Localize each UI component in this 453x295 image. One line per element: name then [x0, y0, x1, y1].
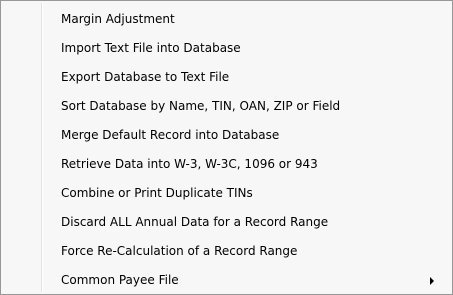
menu-item-merge-default-record[interactable]: Merge Default Record into Database	[3, 121, 450, 150]
context-menu: Margin Adjustment Import Text File into …	[0, 0, 453, 295]
menu-item-label: Export Database to Text File	[61, 70, 230, 84]
chevron-right-icon	[430, 277, 434, 285]
menu-item-export-database[interactable]: Export Database to Text File	[3, 63, 450, 92]
menu-item-label: Retrieve Data into W-3, W-3C, 1096 or 94…	[61, 157, 318, 171]
menu-item-label: Merge Default Record into Database	[61, 128, 280, 142]
menu-item-retrieve-data[interactable]: Retrieve Data into W-3, W-3C, 1096 or 94…	[3, 150, 450, 179]
menu-item-discard-annual-data[interactable]: Discard ALL Annual Data for a Record Ran…	[3, 208, 450, 237]
menu-item-import-text-file[interactable]: Import Text File into Database	[3, 34, 450, 63]
menu-item-force-recalculation[interactable]: Force Re-Calculation of a Record Range	[3, 237, 450, 266]
menu-item-label: Sort Database by Name, TIN, OAN, ZIP or …	[61, 99, 341, 113]
menu-item-sort-database[interactable]: Sort Database by Name, TIN, OAN, ZIP or …	[3, 92, 450, 121]
menu-item-margin-adjustment[interactable]: Margin Adjustment	[3, 5, 450, 34]
menu-item-label: Combine or Print Duplicate TINs	[61, 186, 253, 200]
menu-item-common-payee-file[interactable]: Common Payee File	[3, 266, 450, 295]
menu-item-combine-duplicate-tins[interactable]: Combine or Print Duplicate TINs	[3, 179, 450, 208]
menu-item-label: Discard ALL Annual Data for a Record Ran…	[61, 215, 329, 229]
menu-item-label: Common Payee File	[61, 273, 179, 287]
menu-item-label: Import Text File into Database	[61, 41, 241, 55]
menu-item-label: Margin Adjustment	[61, 12, 175, 26]
menu-item-label: Force Re-Calculation of a Record Range	[61, 244, 298, 258]
